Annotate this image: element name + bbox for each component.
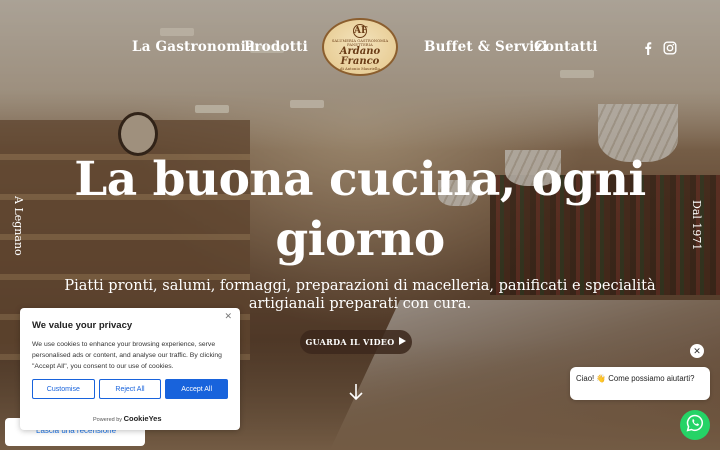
logo-monogram: AF (353, 23, 368, 38)
nav-la-gastronomia[interactable]: La Gastronomia (132, 39, 255, 55)
chat-message: Ciao! 👋 Come possiamo aiutarti? (576, 374, 695, 383)
facebook-icon[interactable] (641, 40, 655, 55)
scroll-down-icon[interactable] (347, 382, 365, 402)
site-logo[interactable]: AF SALUMERIA GASTRONOMIA PANETTERIA Arda… (322, 18, 398, 76)
watch-video-button[interactable]: GUARDA IL VIDEO (300, 330, 412, 354)
chat-greeting-bubble[interactable]: Ciao! 👋 Come possiamo aiutarti? (570, 367, 710, 400)
side-label-since: Dal 1971 (690, 200, 703, 251)
cookie-title: We value your privacy (32, 320, 133, 331)
cookie-accept-button[interactable]: Accept All (165, 379, 229, 399)
watch-video-label: GUARDA IL VIDEO (305, 337, 395, 347)
chat-close-icon[interactable]: ✕ (690, 344, 704, 358)
cookie-consent-banner: We value your privacy ✕ We use cookies t… (20, 308, 240, 430)
logo-script: Ardano Franco (339, 45, 381, 67)
cookie-powered-by: Powered by CookieYes (93, 414, 162, 423)
nav-prodotti[interactable]: Prodotti (244, 39, 308, 55)
side-label-location: A Legnano (12, 196, 25, 256)
hero-headline: La buona cucina, ogni giorno (74, 152, 646, 267)
nav-contatti[interactable]: Contatti (534, 39, 598, 55)
play-icon (399, 337, 407, 347)
cookieyes-brand: CookieYes (123, 414, 162, 423)
whatsapp-icon (686, 414, 704, 436)
powered-by-text: Powered by (93, 417, 123, 423)
whatsapp-button[interactable] (680, 410, 710, 440)
cookie-reject-button[interactable]: Reject All (98, 379, 162, 399)
cookie-close-icon[interactable]: ✕ (224, 311, 232, 322)
nav-buffet-servizi[interactable]: Buffet & Servizi (424, 39, 548, 55)
cookie-customise-button[interactable]: Customise (32, 379, 95, 399)
logo-bottom-text: di Antonio Mauriello (340, 66, 380, 71)
instagram-icon[interactable] (663, 40, 677, 55)
cookie-description: We use cookies to enhance your browsing … (32, 341, 222, 370)
